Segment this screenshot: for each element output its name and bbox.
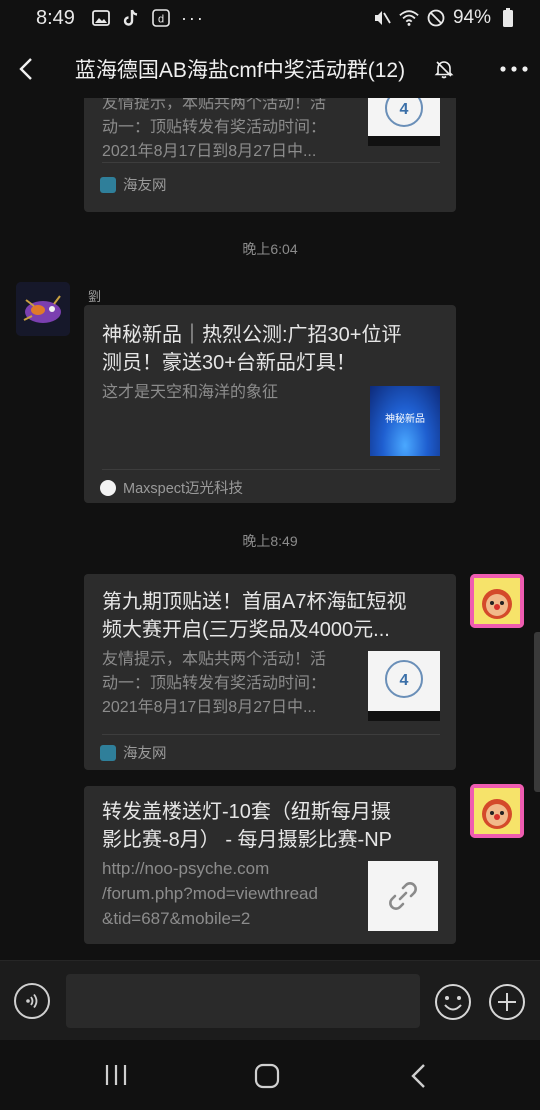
my-avatar[interactable] bbox=[470, 784, 524, 838]
sender-name: 劉 bbox=[88, 289, 102, 304]
source-name: 海友网 bbox=[123, 178, 167, 194]
card-divider bbox=[102, 162, 440, 163]
status-right: 94% bbox=[372, 7, 518, 29]
source-name: Maxspect迈光科技 bbox=[123, 481, 244, 497]
more-button[interactable] bbox=[488, 40, 540, 98]
title-line: 神秘新品｜热烈公测:广招30+位评 bbox=[102, 324, 402, 346]
chat-header: 蓝海德国AB海盐cmf中奖活动群(12) bbox=[0, 40, 540, 98]
link-card[interactable]: 神秘新品｜热烈公测:广招30+位评 测员！豪送30+台新品灯具！ 这才是天空和海… bbox=[84, 305, 456, 503]
gallery-icon bbox=[91, 8, 111, 28]
source-name: 海友网 bbox=[123, 746, 167, 762]
card-description: 这才是天空和海洋的象征 bbox=[102, 381, 342, 405]
title-line: 转发盖楼送灯-10套（纽斯每月摄 bbox=[102, 801, 391, 823]
message-input[interactable] bbox=[66, 974, 420, 1028]
back-nav-button[interactable] bbox=[408, 1062, 430, 1090]
my-avatar[interactable] bbox=[470, 574, 524, 628]
card-title: 神秘新品｜热烈公测:广招30+位评 测员！豪送30+台新品灯具！ bbox=[102, 321, 442, 377]
link-card[interactable]: 转发盖楼送灯-10套（纽斯每月摄 影比赛-8月） - 每月摄影比赛-NP htt… bbox=[84, 786, 456, 944]
avatar[interactable] bbox=[16, 282, 70, 336]
chat-title: 蓝海德国AB海盐cmf中奖活动群(12) bbox=[74, 59, 406, 82]
card-source: Maxspect迈光科技 bbox=[100, 477, 243, 498]
plus-button[interactable] bbox=[488, 983, 526, 1021]
battery-icon bbox=[498, 8, 518, 28]
wifi-icon bbox=[399, 8, 419, 28]
card-thumbnail bbox=[368, 861, 438, 931]
recent-apps-icon bbox=[105, 1065, 127, 1085]
desc-line: 动一：顶贴转发有奖活动时间： bbox=[102, 119, 327, 136]
input-bar bbox=[0, 960, 540, 1040]
card-divider bbox=[102, 734, 440, 735]
desc-line: &tid=687&mobile=2 bbox=[102, 909, 251, 928]
card-thumbnail: 4 bbox=[368, 98, 440, 146]
haiyou-icon bbox=[100, 744, 116, 761]
svg-text:4: 4 bbox=[400, 101, 409, 118]
voice-button[interactable] bbox=[14, 983, 50, 1019]
chevron-left-icon bbox=[19, 58, 32, 80]
title-line: 频大赛开启(三万奖品及4000元... bbox=[102, 619, 390, 641]
title-line: 影比赛-8月） - 每月摄影比赛-NP bbox=[102, 829, 392, 851]
emoji-icon bbox=[435, 984, 471, 1020]
chat-area[interactable]: 友情提示，本贴共两个活动！活 动一：顶贴转发有奖活动时间： 2021年8月17日… bbox=[0, 98, 540, 960]
link-card[interactable]: 第九期顶贴送！首届A7杯海缸短视 频大赛开启(三万奖品及4000元... 友情提… bbox=[84, 574, 456, 770]
card-description: 友情提示，本贴共两个活动！活 动一：顶贴转发有奖活动时间： 2021年8月17日… bbox=[102, 648, 352, 720]
desc-line: 友情提示，本贴共两个活动！活 bbox=[102, 651, 327, 668]
desc-line: 2021年8月17日到8月27日中... bbox=[102, 143, 317, 160]
desc-line: 这才是天空和海洋的象征 bbox=[102, 384, 279, 401]
desc-line: 友情提示，本贴共两个活动！活 bbox=[102, 98, 327, 112]
emoji-button[interactable] bbox=[434, 983, 472, 1021]
home-button[interactable] bbox=[254, 1063, 280, 1089]
card-title: 第九期顶贴送！首届A7杯海缸短视 频大赛开启(三万奖品及4000元... bbox=[102, 588, 442, 644]
battery-percent: 94% bbox=[452, 7, 491, 28]
link-icon bbox=[389, 882, 417, 910]
scroll-handle[interactable] bbox=[534, 632, 540, 792]
home-icon bbox=[254, 1063, 280, 1089]
tiktok-icon bbox=[121, 8, 141, 28]
card-thumbnail: 4 bbox=[368, 651, 440, 721]
android-nav-bar bbox=[0, 1040, 540, 1110]
recent-apps-button[interactable] bbox=[104, 1064, 128, 1086]
plus-icon bbox=[489, 984, 525, 1020]
card-thumbnail: 神秘新品 bbox=[370, 386, 440, 456]
haiyou-icon bbox=[100, 176, 116, 193]
desc-line: 动一：顶贴转发有奖活动时间： bbox=[102, 675, 327, 692]
title-line: 第九期顶贴送！首届A7杯海缸短视 bbox=[102, 591, 407, 613]
timestamp: 晚上6:04 bbox=[242, 241, 298, 257]
more-dots-icon bbox=[500, 66, 528, 72]
douyin-icon: d bbox=[151, 8, 171, 28]
maxspect-icon bbox=[100, 479, 116, 496]
card-description: 友情提示，本贴共两个活动！活 动一：顶贴转发有奖活动时间： 2021年8月17日… bbox=[102, 98, 350, 164]
desc-line: http://noo-psyche.com bbox=[102, 859, 270, 878]
card-title: 转发盖楼送灯-10套（纽斯每月摄 影比赛-8月） - 每月摄影比赛-NP bbox=[102, 798, 442, 854]
dnd-icon bbox=[426, 8, 446, 28]
card-source: 海友网 bbox=[100, 174, 167, 195]
thumb-text: 神秘新品 bbox=[385, 414, 425, 425]
desc-line: 2021年8月17日到8月27日中... bbox=[102, 699, 317, 716]
back-button[interactable] bbox=[0, 40, 52, 98]
status-bar: 8:49 d ··· 94% bbox=[0, 0, 540, 36]
svg-text:d: d bbox=[158, 14, 164, 26]
back-icon bbox=[411, 1064, 425, 1088]
status-time: 8:49 bbox=[36, 6, 75, 29]
mute-icon bbox=[372, 8, 392, 28]
card-source: 海友网 bbox=[100, 742, 167, 763]
card-divider bbox=[102, 469, 440, 470]
status-left: 8:49 d ··· bbox=[36, 7, 205, 30]
status-more: ··· bbox=[180, 7, 205, 28]
card-description: http://noo-psyche.com /forum.php?mod=vie… bbox=[102, 856, 370, 931]
bell-off-icon bbox=[432, 40, 456, 98]
svg-text:4: 4 bbox=[400, 672, 409, 689]
title-line: 测员！豪送30+台新品灯具！ bbox=[102, 352, 356, 374]
timestamp: 晚上8:49 bbox=[242, 533, 298, 549]
link-card[interactable]: 友情提示，本贴共两个活动！活 动一：顶贴转发有奖活动时间： 2021年8月17日… bbox=[84, 98, 456, 212]
voice-icon bbox=[26, 993, 38, 1009]
desc-line: /forum.php?mod=viewthread bbox=[102, 884, 318, 903]
